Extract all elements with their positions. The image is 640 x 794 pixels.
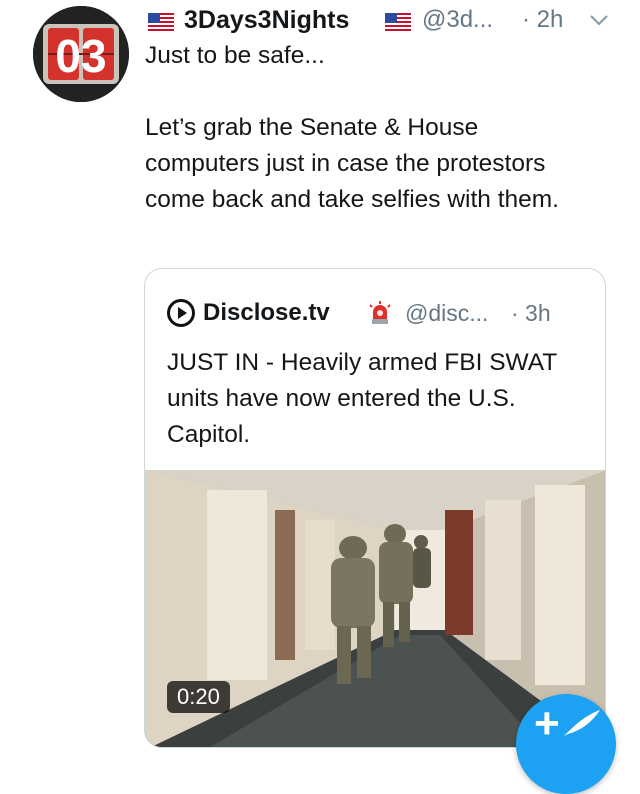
chevron-down-icon[interactable] <box>588 9 610 43</box>
us-flag-icon <box>148 11 174 31</box>
quoted-handle[interactable]: @disc... <box>405 297 488 329</box>
tweet-text: Just to be safe... Let’s grab the Senate… <box>145 42 559 213</box>
avatar-image: 03 <box>33 6 129 102</box>
avatar[interactable]: 03 <box>33 6 129 102</box>
siren-icon <box>367 300 393 326</box>
quoted-display-name[interactable]: Disclose.tv <box>203 297 330 329</box>
disclose-logo-icon <box>167 299 195 327</box>
display-name[interactable]: 3Days3Nights <box>184 4 349 36</box>
timestamp[interactable]: · 2h <box>522 4 563 36</box>
handle[interactable]: @3d... <box>422 4 493 36</box>
quoted-tweet-text: JUST IN - Heavily armed FBI SWAT units h… <box>167 349 557 448</box>
tweet-header: 3Days3Nights @3d... · 2h <box>148 4 616 36</box>
svg-text:03: 03 <box>55 30 106 82</box>
quoted-tweet-header: Disclose.tv @disc... · 3h <box>167 297 587 329</box>
compose-tweet-icon: + <box>534 699 560 748</box>
feather-icon <box>564 710 600 736</box>
quoted-tweet[interactable]: Disclose.tv @disc... · 3h JUST IN - Heav… <box>144 268 606 748</box>
compose-tweet-button[interactable]: + <box>516 694 616 794</box>
video-duration: 0:20 <box>167 681 230 713</box>
us-flag-icon <box>385 11 411 31</box>
quoted-timestamp[interactable]: · 3h <box>511 297 551 329</box>
